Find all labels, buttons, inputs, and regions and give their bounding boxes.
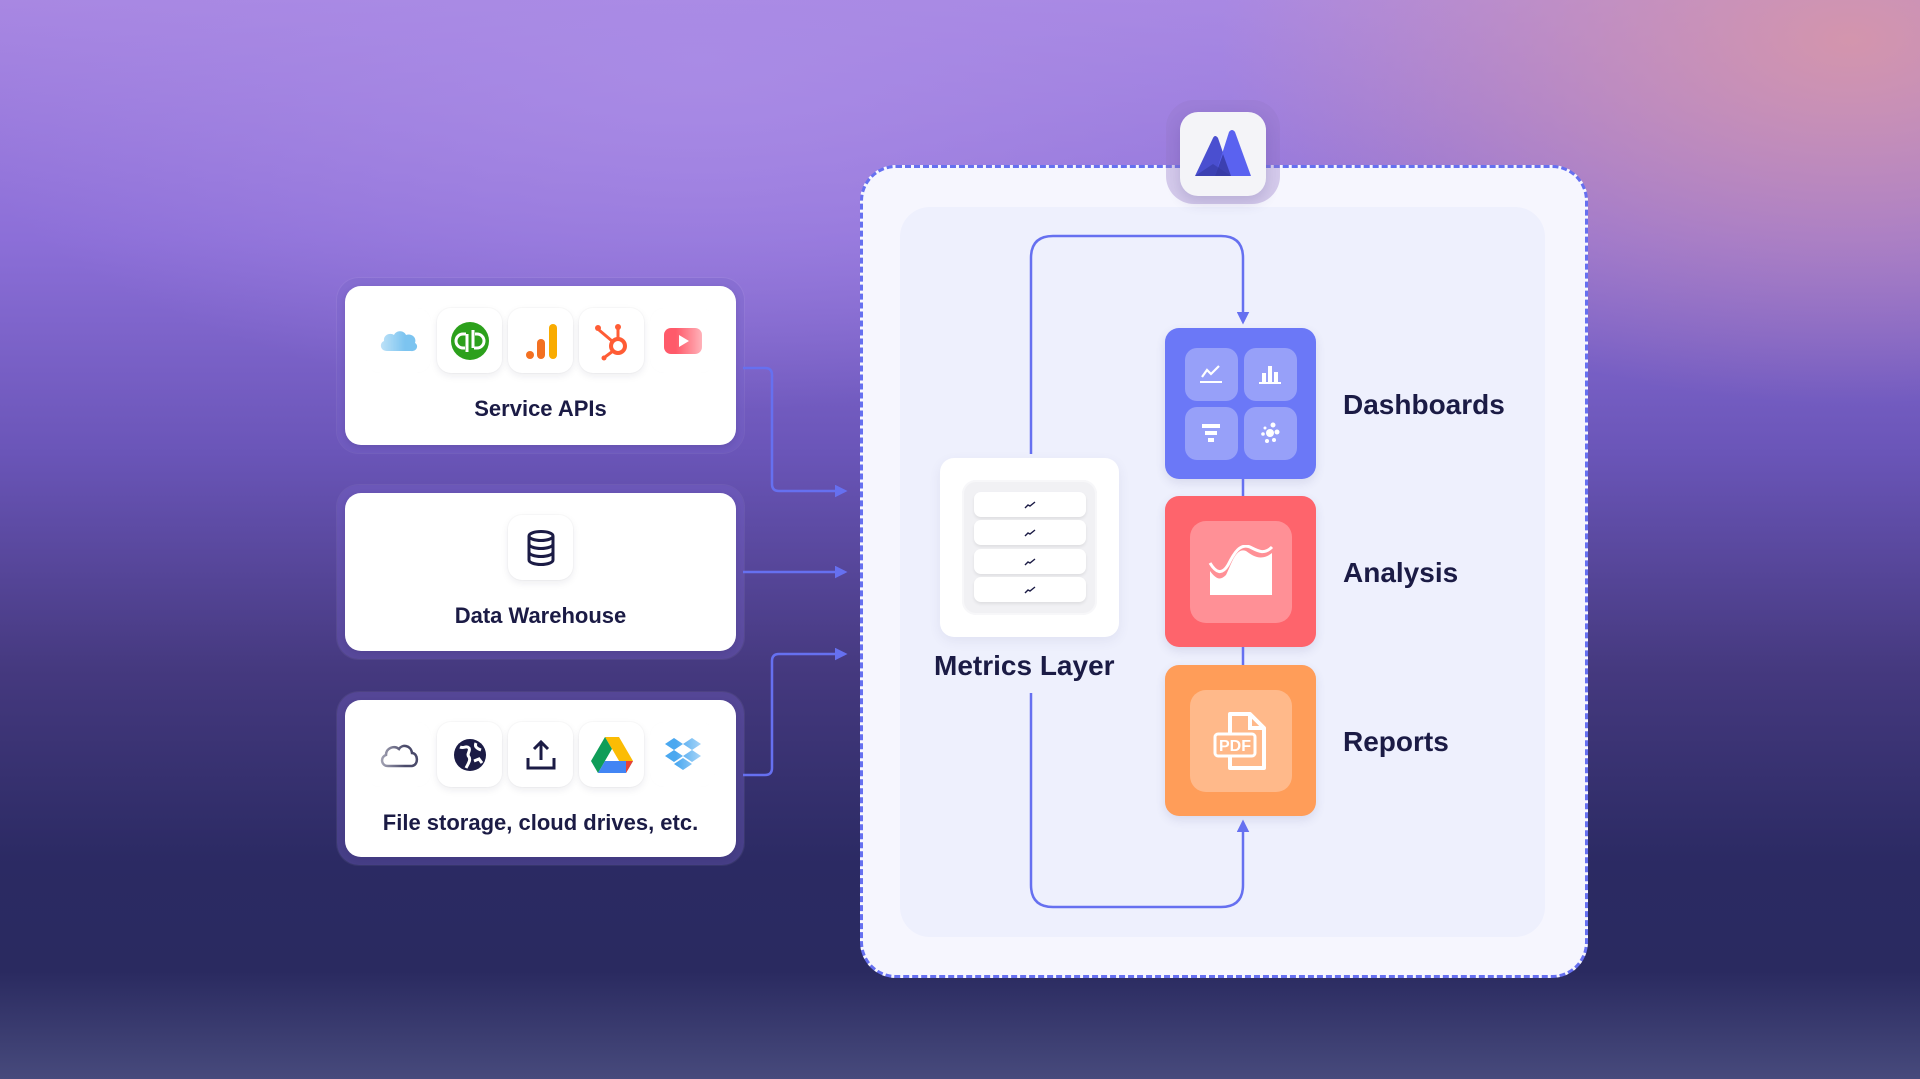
trend-line-icon <box>1024 500 1036 508</box>
analysis-label: Analysis <box>1343 557 1459 588</box>
cloud-icon <box>380 744 418 767</box>
file-storage-title: File storage, cloud drives, etc. <box>382 810 699 835</box>
hubspot-icon <box>594 323 627 360</box>
globe-tile <box>437 722 502 787</box>
bar-chart-tile <box>1243 347 1297 401</box>
reports-box[interactable]: PDF <box>1165 665 1316 816</box>
dashboards-box[interactable] <box>1165 328 1316 479</box>
scatter-icon <box>1261 422 1280 443</box>
file-storage-connector <box>743 647 848 777</box>
analysis-box[interactable] <box>1165 496 1316 647</box>
metric-row <box>974 492 1086 517</box>
mountain-logo-icon <box>1195 130 1251 176</box>
google-drive-tile <box>579 722 644 787</box>
data-warehouse-title: Data Warehouse <box>454 603 627 628</box>
youtube-tile <box>650 308 715 373</box>
upload-tile <box>508 722 573 787</box>
dropbox-tile <box>650 722 715 787</box>
pdf-icon-text: PDF <box>1219 738 1251 755</box>
service-apis-connector <box>743 366 848 498</box>
upload-icon <box>526 739 555 769</box>
service-apis-card[interactable]: Service APIs <box>345 286 736 445</box>
trend-line-icon <box>1024 585 1036 593</box>
database-tile <box>508 515 573 580</box>
line-chart-tile <box>1184 347 1238 401</box>
area-chart-icon <box>1208 544 1273 595</box>
service-apis-title: Service APIs <box>474 396 607 421</box>
bar-chart-icon <box>1259 366 1281 384</box>
funnel-tile <box>1184 406 1238 460</box>
dashboards-label: Dashboards <box>1343 389 1505 420</box>
google-analytics-icon <box>525 323 557 359</box>
metrics-plate <box>962 480 1097 615</box>
quickbooks-tile <box>437 308 502 373</box>
metric-row <box>974 549 1086 574</box>
metrics-layer-card[interactable] <box>940 458 1119 637</box>
globe-icon <box>453 738 486 771</box>
pdf-file-icon: PDF <box>1213 711 1266 770</box>
data-warehouse-card[interactable]: Data Warehouse <box>345 493 736 651</box>
platform-logo[interactable] <box>1180 112 1266 196</box>
file-storage-card[interactable]: File storage, cloud drives, etc. <box>345 700 736 857</box>
metric-row <box>974 520 1086 545</box>
scatter-tile <box>1243 406 1297 460</box>
reports-label: Reports <box>1343 726 1449 757</box>
metrics-layer-label: Metrics Layer <box>934 650 1115 681</box>
salesforce-tile <box>366 308 431 373</box>
youtube-icon <box>663 327 702 354</box>
cloud-tile <box>366 722 431 787</box>
line-chart-icon <box>1200 365 1222 383</box>
dropbox-icon <box>664 737 701 770</box>
google-drive-icon <box>590 736 633 773</box>
google-analytics-tile <box>508 308 573 373</box>
hubspot-tile <box>579 308 644 373</box>
metric-row <box>974 577 1086 602</box>
funnel-icon <box>1202 424 1220 442</box>
quickbooks-icon <box>450 321 489 360</box>
salesforce-icon <box>380 330 417 351</box>
database-icon <box>527 529 554 566</box>
trend-line-icon <box>1024 528 1036 536</box>
trend-line-icon <box>1024 557 1036 565</box>
